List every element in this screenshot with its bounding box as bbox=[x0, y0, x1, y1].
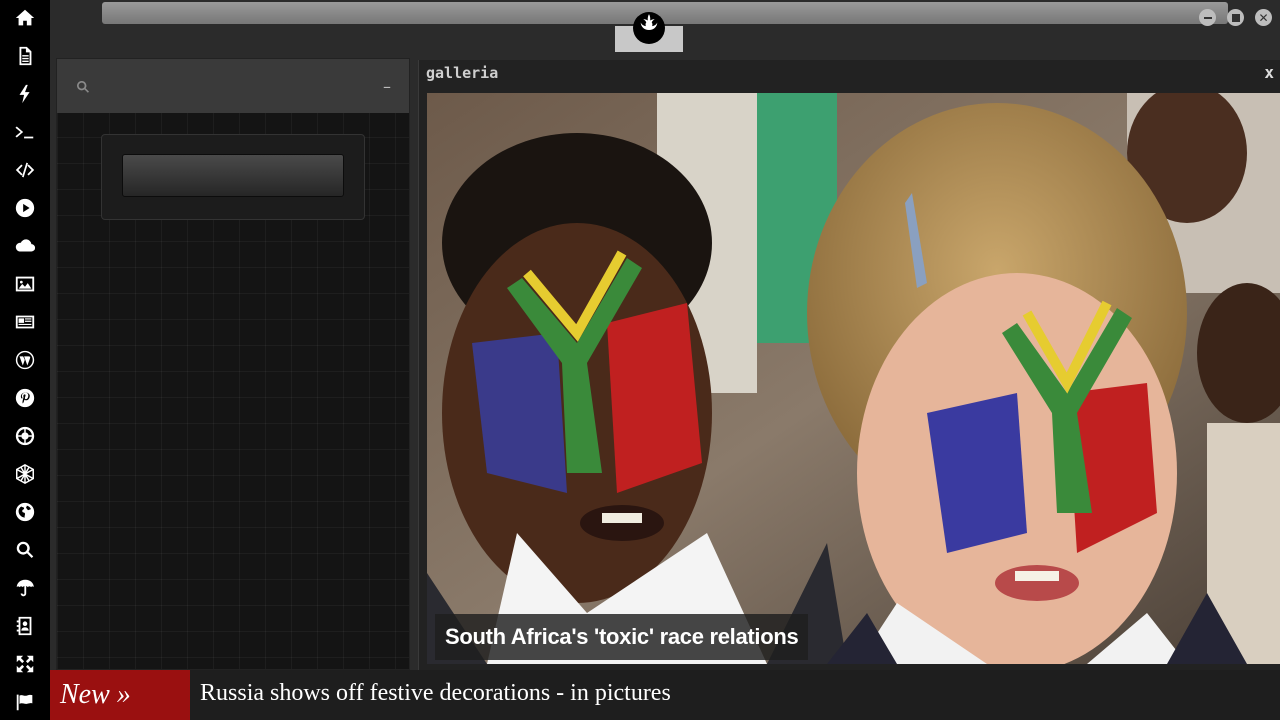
close-icon: ✕ bbox=[1258, 10, 1269, 25]
search-icon[interactable] bbox=[75, 79, 91, 95]
panel-search-bar: – bbox=[57, 59, 409, 113]
dock-pinterest[interactable] bbox=[0, 380, 50, 416]
dock-home[interactable] bbox=[0, 0, 50, 36]
home-icon bbox=[15, 9, 35, 26]
pinterest-icon bbox=[15, 388, 35, 408]
dock-document[interactable] bbox=[0, 38, 50, 74]
window-minimize-button[interactable] bbox=[1199, 9, 1216, 26]
search-icon bbox=[16, 541, 34, 558]
dock-terminal[interactable] bbox=[0, 114, 50, 150]
window-close-button[interactable]: ✕ bbox=[1255, 9, 1272, 26]
dock-search[interactable] bbox=[0, 532, 50, 568]
gallery-window: galleria x South Africa's 'toxic' race r… bbox=[418, 60, 1280, 670]
image-icon bbox=[15, 276, 35, 292]
ticker-badge: New » bbox=[50, 670, 190, 720]
window-maximize-button[interactable] bbox=[1227, 9, 1244, 26]
photo-caption-text: South Africa's 'toxic' race relations bbox=[445, 624, 799, 649]
face-paint-photo bbox=[427, 93, 1280, 664]
gallery-photo[interactable]: South Africa's 'toxic' race relations bbox=[427, 93, 1280, 664]
photo-caption: South Africa's 'toxic' race relations bbox=[435, 614, 809, 660]
dock-contacts[interactable] bbox=[0, 608, 50, 644]
news-ticker: New » Russia shows off festive decoratio… bbox=[50, 670, 1280, 720]
left-panel: – bbox=[56, 58, 410, 670]
dock-flag[interactable] bbox=[0, 684, 50, 720]
widget-input-field[interactable] bbox=[122, 154, 344, 197]
widget-frame bbox=[101, 134, 365, 220]
minimize-icon bbox=[1203, 16, 1212, 19]
globe-icon bbox=[15, 502, 35, 522]
empire-icon bbox=[15, 426, 35, 446]
dock-umbrella[interactable] bbox=[0, 570, 50, 606]
dock-globe[interactable] bbox=[0, 494, 50, 530]
cloud-icon bbox=[15, 239, 36, 252]
dock-play[interactable] bbox=[0, 190, 50, 226]
umbrella-icon bbox=[16, 579, 34, 597]
dock-network[interactable] bbox=[0, 456, 50, 492]
dock-newspaper[interactable] bbox=[0, 304, 50, 340]
panel-search-input[interactable] bbox=[101, 71, 371, 101]
dock-image[interactable] bbox=[0, 266, 50, 302]
app-dock bbox=[0, 0, 50, 720]
flag-icon bbox=[16, 694, 33, 711]
dock-code[interactable] bbox=[0, 152, 50, 188]
ticker-headline[interactable]: Russia shows off festive decorations - i… bbox=[200, 680, 671, 707]
expand-icon bbox=[16, 655, 34, 673]
dock-wordpress[interactable] bbox=[0, 342, 50, 378]
logo-tab[interactable] bbox=[615, 0, 683, 52]
gallery-close-button[interactable]: x bbox=[1264, 63, 1274, 82]
dock-expand[interactable] bbox=[0, 646, 50, 682]
ticker-badge-label: New » bbox=[60, 679, 131, 710]
panel-minimize-button[interactable]: – bbox=[383, 77, 391, 96]
gallery-title: galleria bbox=[426, 64, 499, 82]
maximize-icon bbox=[1231, 13, 1240, 22]
network-icon bbox=[16, 463, 34, 485]
contacts-icon bbox=[16, 616, 32, 636]
code-icon bbox=[15, 162, 35, 178]
play-icon bbox=[15, 198, 35, 218]
dock-cloud[interactable] bbox=[0, 228, 50, 264]
document-icon bbox=[19, 46, 32, 66]
dock-lightning[interactable] bbox=[0, 76, 50, 112]
wordpress-icon bbox=[15, 350, 35, 370]
terminal-icon bbox=[15, 126, 34, 139]
rebel-alliance-icon bbox=[633, 12, 665, 44]
dock-empire[interactable] bbox=[0, 418, 50, 454]
lightning-icon bbox=[19, 84, 30, 104]
newspaper-icon bbox=[15, 315, 35, 329]
